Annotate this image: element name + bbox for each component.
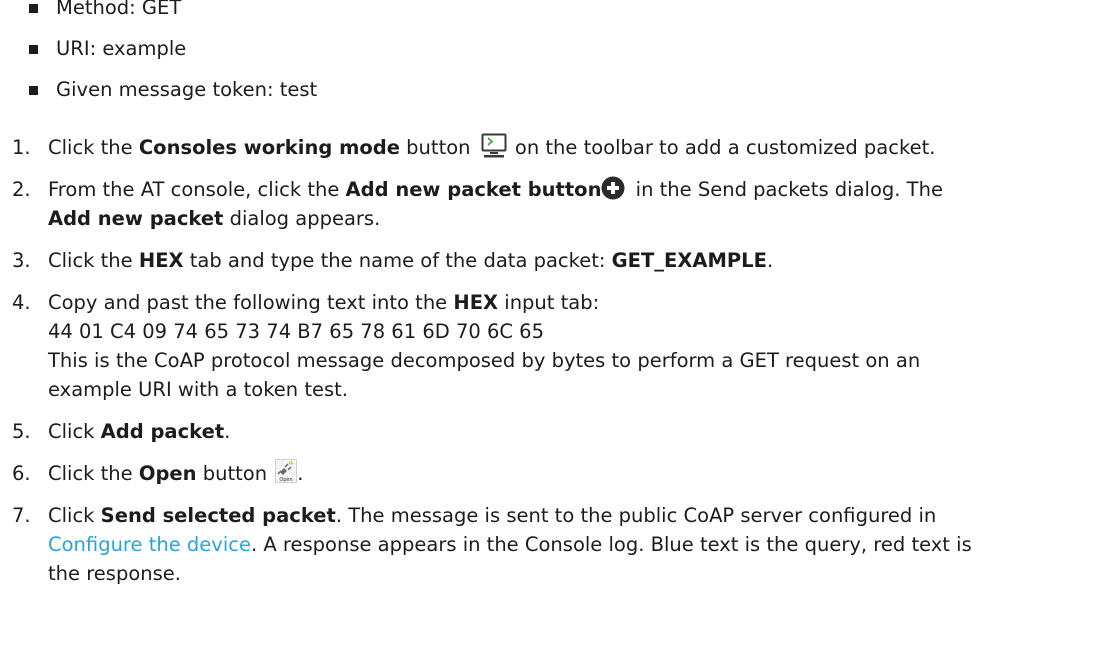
list-item: Given message token: test	[12, 75, 1109, 104]
step-4: 4. Copy and past the following text into…	[12, 288, 1109, 404]
list-item: Method: GET	[12, 0, 1109, 22]
instruction-steps: 1. Click the Consoles working mode butto…	[12, 133, 1109, 588]
console-icon	[481, 133, 507, 157]
bullet-square-icon	[29, 86, 38, 95]
document-page: Method: GET URI: example Given message t…	[0, 0, 1109, 588]
hex-payload: 44 01 C4 09 74 65 73 74 B7 65 78 61 6D 7…	[48, 320, 544, 343]
step-3: 3. Click the HEX tab and type the name o…	[12, 249, 774, 272]
step-6: 6. Click the Open button Open .	[12, 458, 1109, 488]
configure-device-link[interactable]: Configure the device	[48, 533, 251, 556]
step-2: 2. From the AT console, click the Add ne…	[12, 175, 1109, 233]
open-plug-icon: Open	[275, 458, 298, 483]
bullet-square-icon	[29, 45, 38, 54]
step-5: 5. Click Add packet.	[12, 420, 231, 443]
parameter-list: Method: GET URI: example Given message t…	[12, 0, 1109, 104]
list-item: URI: example	[12, 34, 1109, 63]
bullet-square-icon	[29, 4, 38, 13]
step-7: 7. Click Send selected packet. The messa…	[12, 504, 972, 585]
add-circle-icon	[601, 176, 625, 199]
step-1: 1. Click the Consoles working mode butto…	[12, 133, 1109, 162]
svg-text:Open: Open	[280, 477, 293, 483]
